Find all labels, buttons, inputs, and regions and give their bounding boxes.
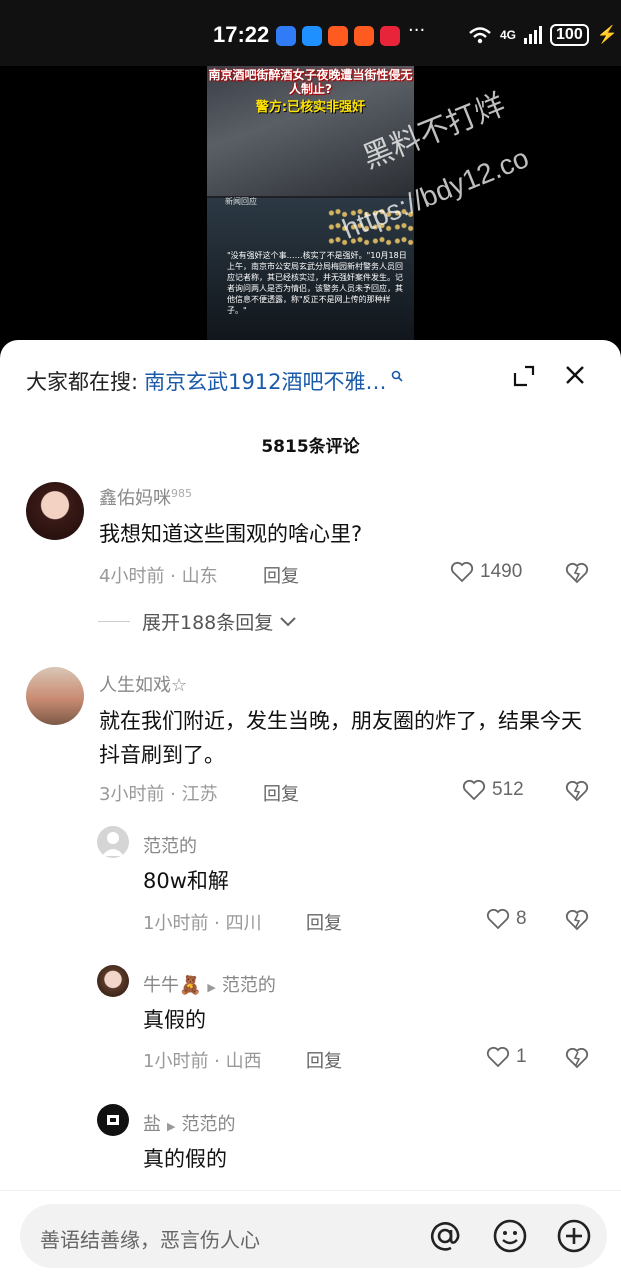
signal-icon (524, 26, 543, 44)
reply-button[interactable]: 回复 (263, 562, 299, 588)
reply-arrow-icon: ▶ (207, 981, 216, 994)
heart-icon (462, 779, 486, 801)
comment-author-name: 鑫佑妈咪 (99, 488, 171, 509)
comment-input-placeholder: 善语结善缘，恶言伤人心 (40, 1228, 260, 1252)
add-icon[interactable] (556, 1218, 592, 1254)
heart-icon (486, 908, 510, 930)
comment-author[interactable]: 鑫佑妈咪985 (99, 484, 192, 510)
reply-author-name: 盐 (143, 1114, 161, 1135)
avatar[interactable] (97, 1104, 129, 1136)
status-bar: 17:22 ··· 4G 100 ⚡ (0, 0, 621, 66)
chevron-down-icon (280, 616, 296, 626)
poster-title: 南京酒吧街醉酒女子夜晚遭当街性侵无人制止? (208, 68, 413, 96)
reply-author[interactable]: 盐 ▶ 范范的 (143, 1110, 235, 1136)
expand-icon[interactable] (512, 364, 536, 388)
app-icon-taobao-2 (354, 26, 374, 46)
reply-text: 真的假的 (143, 1147, 227, 1171)
comment-meta: 3小时前 · 江苏 (99, 784, 218, 805)
reply-text: 80w和解 (143, 869, 229, 893)
reply-meta: 1小时前 · 山西 (143, 1051, 262, 1072)
app-icon-browser (302, 26, 322, 46)
reply-button[interactable]: 回复 (306, 1047, 342, 1073)
more-notifications-icon: ··· (408, 20, 426, 41)
comment-sheet: 大家都在搜: 南京玄武1912酒吧不雅… 5815条评论 鑫佑妈咪985 我想知… (0, 340, 621, 1280)
like-button[interactable]: 512 (462, 779, 524, 801)
mention-icon[interactable] (427, 1218, 463, 1254)
comment-text: 我想知道这些围观的啥心里? (99, 522, 363, 546)
reply-text: 真假的 (143, 1008, 206, 1032)
divider (98, 621, 130, 622)
like-button[interactable]: 1490 (450, 561, 522, 583)
close-icon[interactable] (562, 362, 588, 388)
reply-author-name: 牛牛🧸 (143, 975, 202, 996)
emoji-icon[interactable] (492, 1218, 528, 1254)
status-right: 4G 100 ⚡ (468, 24, 618, 46)
avatar[interactable] (26, 482, 84, 540)
reply-button[interactable]: 回复 (306, 909, 342, 935)
network-label: 4G (500, 28, 517, 42)
video-player[interactable]: 南京酒吧街醉酒女子夜晚遭当街性侵无人制止? 警方:已核实非强奸 新闻回应 "没有… (0, 66, 621, 356)
dislike-icon[interactable] (565, 909, 589, 931)
like-count: 512 (492, 779, 524, 800)
charging-icon: ⚡ (596, 25, 618, 44)
reply-to-name[interactable]: 范范的 (181, 1114, 235, 1135)
comment-input[interactable]: 善语结善缘，恶言伤人心 (20, 1204, 607, 1268)
reply-meta: 1小时前 · 四川 (143, 913, 262, 934)
comment-text: 就在我们附近，发生当晚，朋友圈的炸了，结果今天抖音刷到了。 (99, 709, 582, 767)
user-badge: 985 (171, 487, 192, 500)
default-avatar-icon (102, 832, 124, 856)
heart-icon (450, 561, 474, 583)
search-icon[interactable] (391, 370, 403, 386)
reply-arrow-icon: ▶ (167, 1120, 176, 1133)
like-count: 1 (516, 1046, 527, 1067)
reply-button[interactable]: 回复 (263, 780, 299, 806)
trending-search[interactable]: 大家都在搜: 南京玄武1912酒吧不雅… (26, 366, 403, 396)
comment-count: 5815条评论 (261, 437, 360, 457)
reply-author[interactable]: 牛牛🧸 ▶ 范范的 (143, 971, 276, 997)
like-button[interactable]: 1 (486, 1046, 527, 1068)
avatar-logo-icon (107, 1115, 119, 1125)
dislike-icon[interactable] (565, 562, 589, 584)
comment-author[interactable]: 人生如戏☆ (99, 671, 187, 697)
reply-to-name[interactable]: 范范的 (222, 975, 276, 996)
battery-indicator: 100 (550, 24, 589, 46)
app-icon-shield (276, 26, 296, 46)
trending-search-label: 大家都在搜: (26, 370, 139, 394)
app-icon-huawei (380, 26, 400, 46)
poster-subtitle: 警方:已核实非强奸 (255, 100, 366, 115)
heart-icon (486, 1046, 510, 1068)
comment-meta: 4小时前 · 山东 (99, 566, 218, 587)
expand-replies-button[interactable]: 展开188条回复 (98, 608, 297, 635)
reply-author[interactable]: 范范的 (143, 832, 197, 858)
avatar[interactable] (26, 667, 84, 725)
status-time: 17:22 (213, 22, 270, 47)
poster-caption: "没有强奸这个事……核实了不是强奸。"10月18日上午，南京市公安局玄武分局梅园… (227, 251, 407, 315)
like-button[interactable]: 8 (486, 908, 527, 930)
like-count: 1490 (480, 561, 523, 582)
dislike-icon[interactable] (565, 1047, 589, 1069)
dislike-icon[interactable] (565, 780, 589, 802)
like-count: 8 (516, 908, 527, 929)
avatar[interactable] (97, 965, 129, 997)
poster-source: 新闻回应 (225, 197, 257, 206)
app-icon-taobao (328, 26, 348, 46)
avatar[interactable] (97, 826, 129, 858)
comment-input-bar: 善语结善缘，恶言伤人心 (0, 1190, 621, 1280)
expand-replies-label: 展开188条回复 (142, 612, 274, 634)
wifi-icon (469, 27, 491, 44)
trending-search-query[interactable]: 南京玄武1912酒吧不雅… (144, 366, 386, 396)
